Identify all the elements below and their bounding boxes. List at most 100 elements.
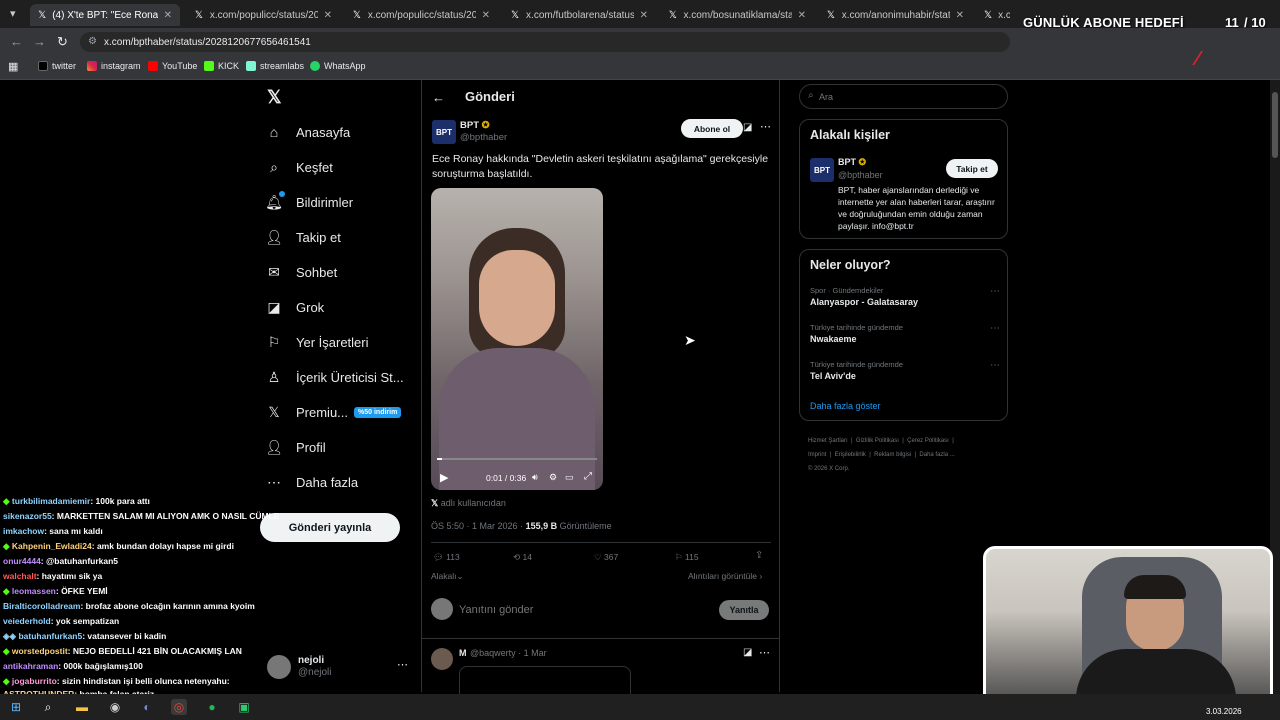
nav-bookmarks[interactable]: ⚐ Yer İşaretleri: [266, 334, 369, 350]
author-avatar[interactable]: BPT: [432, 120, 456, 144]
tab[interactable]: 𝕏 x.com/anonimuhabir/status/20 ✕: [818, 4, 972, 26]
bookmark-kick[interactable]: KICK: [204, 61, 239, 71]
forward-icon[interactable]: →: [33, 34, 46, 49]
grok-icon[interactable]: ◪: [743, 122, 752, 133]
search-input[interactable]: [819, 88, 999, 106]
post-video[interactable]: ▶ 0:01 / 0:36 🔊︎ ⚙ ▭ ⤢: [431, 188, 603, 490]
close-icon[interactable]: ✕: [164, 10, 172, 21]
url-field[interactable]: ⚙ x.com/bpthaber/status/2028120677656461…: [80, 32, 1010, 52]
author-name[interactable]: BPT ✪: [460, 120, 490, 131]
close-icon[interactable]: ✕: [482, 10, 490, 21]
discord-icon[interactable]: ◐: [139, 699, 155, 715]
tab[interactable]: 𝕏 x.com/etkilihaberyeni/status/2: [976, 4, 1018, 26]
more-icon[interactable]: ⋯: [990, 360, 1000, 371]
search-icon[interactable]: ⌕: [40, 699, 56, 715]
x-icon: 𝕏: [510, 9, 520, 21]
apps-icon[interactable]: ▦: [8, 60, 18, 73]
reply-button[interactable]: Yanıtla: [719, 600, 769, 620]
extension-icon[interactable]: ⁄: [1196, 48, 1199, 71]
nav-home[interactable]: ⌂ Anasayfa: [266, 124, 350, 140]
account-handle: @nejoli: [298, 667, 332, 678]
nav-notifications[interactable]: 🔔︎ Bildirimler: [265, 191, 353, 210]
nav-messages[interactable]: ✉ Sohbet: [266, 264, 337, 280]
bookmark-youtube[interactable]: YouTube: [148, 61, 197, 71]
tab-active[interactable]: 𝕏 (4) X'te BPT: "Ece Ronay hakkında ✕: [30, 4, 180, 26]
search-box[interactable]: ⌕: [799, 84, 1008, 109]
more-icon[interactable]: ⋯: [397, 658, 408, 671]
reply-input[interactable]: [459, 600, 679, 620]
play-icon[interactable]: ▶: [440, 471, 448, 484]
close-icon[interactable]: ✕: [640, 10, 648, 21]
obs-icon[interactable]: ▣: [236, 699, 252, 715]
account-switcher[interactable]: nejoli @nejoli ⋯: [266, 653, 411, 683]
grok-icon[interactable]: ◪: [743, 647, 752, 658]
footer-link[interactable]: Hizmet Şartları: [808, 438, 848, 444]
back-icon[interactable]: ←: [10, 34, 23, 49]
chrome-icon[interactable]: ◎: [171, 699, 187, 715]
footer-link[interactable]: Erişilebilirlik: [835, 452, 866, 458]
captions-icon[interactable]: ▭: [565, 472, 574, 483]
tab[interactable]: 𝕏 x.com/populicc/status/202849 ✕: [344, 4, 498, 26]
trend-item[interactable]: Türkiye tarihinde gündemde Tel Aviv'de ⋯: [810, 360, 1000, 381]
bookmark-streamlabs[interactable]: streamlabs: [246, 61, 304, 71]
nav-explore[interactable]: ⌕ Keşfet: [266, 159, 333, 175]
post-button[interactable]: Gönderi yayınla: [260, 513, 400, 542]
footer-link[interactable]: Gizlilik Politikası: [856, 438, 899, 444]
trend-item[interactable]: Türkiye tarihinde gündemde Nwakaeme ⋯: [810, 323, 1000, 344]
view-quotes-link[interactable]: Alıntıları görüntüle ›: [688, 571, 762, 581]
subscribe-button[interactable]: Abone ol: [681, 119, 743, 138]
bookmark-label: instagram: [101, 61, 141, 71]
tab[interactable]: 𝕏 x.com/futbolarena/status/202 ✕: [502, 4, 656, 26]
like-action[interactable]: ♡ 367: [594, 552, 618, 563]
settings-icon[interactable]: ⚙: [549, 472, 557, 483]
bookmark-action[interactable]: ⚐ 115: [675, 552, 699, 563]
reply-action[interactable]: 💬︎ 113: [433, 552, 460, 563]
tab[interactable]: 𝕏 x.com/populicc/status/202809 ✕: [186, 4, 340, 26]
follow-button[interactable]: Takip et: [946, 159, 998, 178]
spotify-icon[interactable]: ●: [204, 699, 220, 715]
footer-link[interactable]: Çerez Politikası: [907, 438, 949, 444]
scrollbar-thumb[interactable]: [1272, 92, 1278, 158]
nav-follow[interactable]: 👤︎ Takip et: [265, 229, 341, 245]
video-progress-track[interactable]: [437, 458, 597, 460]
bookmark-twitter[interactable]: twitter: [38, 61, 76, 71]
site-info-icon[interactable]: ⚙: [88, 36, 97, 47]
person-name[interactable]: BPT ✪: [838, 157, 866, 168]
app-icon[interactable]: ◉: [107, 699, 123, 715]
tab[interactable]: 𝕏 x.com/bosunatiklama/status/20 ✕: [660, 4, 814, 26]
chat-text: : yok sempatizan: [50, 616, 120, 626]
footer-link[interactable]: Imprint: [808, 452, 826, 458]
x-logo[interactable]: 𝕏: [267, 87, 282, 108]
back-arrow-icon[interactable]: ←: [432, 90, 445, 105]
nav-more[interactable]: ⋯ Daha fazla: [266, 474, 358, 490]
author-avatar[interactable]: BPT: [810, 158, 834, 182]
more-icon[interactable]: ⋯: [990, 286, 1000, 297]
file-explorer-icon[interactable]: ▬: [74, 699, 90, 715]
more-icon[interactable]: ⋯: [760, 120, 771, 133]
fullscreen-icon[interactable]: ⤢: [584, 471, 592, 482]
more-icon[interactable]: ⋯: [759, 646, 770, 659]
repost-action[interactable]: ⟲ 14: [513, 552, 532, 563]
bookmark-whatsapp[interactable]: WhatsApp: [310, 61, 366, 71]
nav-premium[interactable]: 𝕏 Premiu... %50 indirim: [266, 404, 402, 420]
nav-profile[interactable]: 👤︎ Profil: [265, 439, 326, 455]
close-icon[interactable]: ✕: [798, 10, 806, 21]
footer-link[interactable]: Reklam bilgisi: [874, 452, 911, 458]
bookmark-instagram[interactable]: instagram: [87, 61, 141, 71]
reply-post[interactable]: M @baqwerty · 1 Mar ◪ ⋯: [431, 646, 771, 696]
nav-grok[interactable]: ◪ Grok: [266, 299, 324, 315]
show-more-link[interactable]: Daha fazla göster: [810, 401, 881, 411]
more-icon[interactable]: ⋯: [990, 323, 1000, 334]
reload-icon[interactable]: ↻: [57, 34, 68, 50]
share-icon[interactable]: ⇪: [755, 550, 763, 561]
reply-composer: Yanıtla: [431, 598, 771, 624]
related-sort[interactable]: Alakalı⌄: [431, 571, 464, 582]
footer-link[interactable]: Daha fazla ...: [919, 452, 954, 458]
close-icon[interactable]: ✕: [956, 10, 964, 21]
windows-start-icon[interactable]: ⊞: [8, 699, 24, 715]
volume-icon[interactable]: 🔊︎: [532, 472, 538, 483]
close-icon[interactable]: ✕: [324, 10, 332, 21]
trend-item[interactable]: Spor · Gündemdekiler Alanyaspor - Galata…: [810, 286, 1000, 307]
tab-list-icon[interactable]: ▾: [10, 7, 16, 20]
nav-creator-studio[interactable]: ♙ İçerik Üreticisi St...: [266, 369, 404, 385]
